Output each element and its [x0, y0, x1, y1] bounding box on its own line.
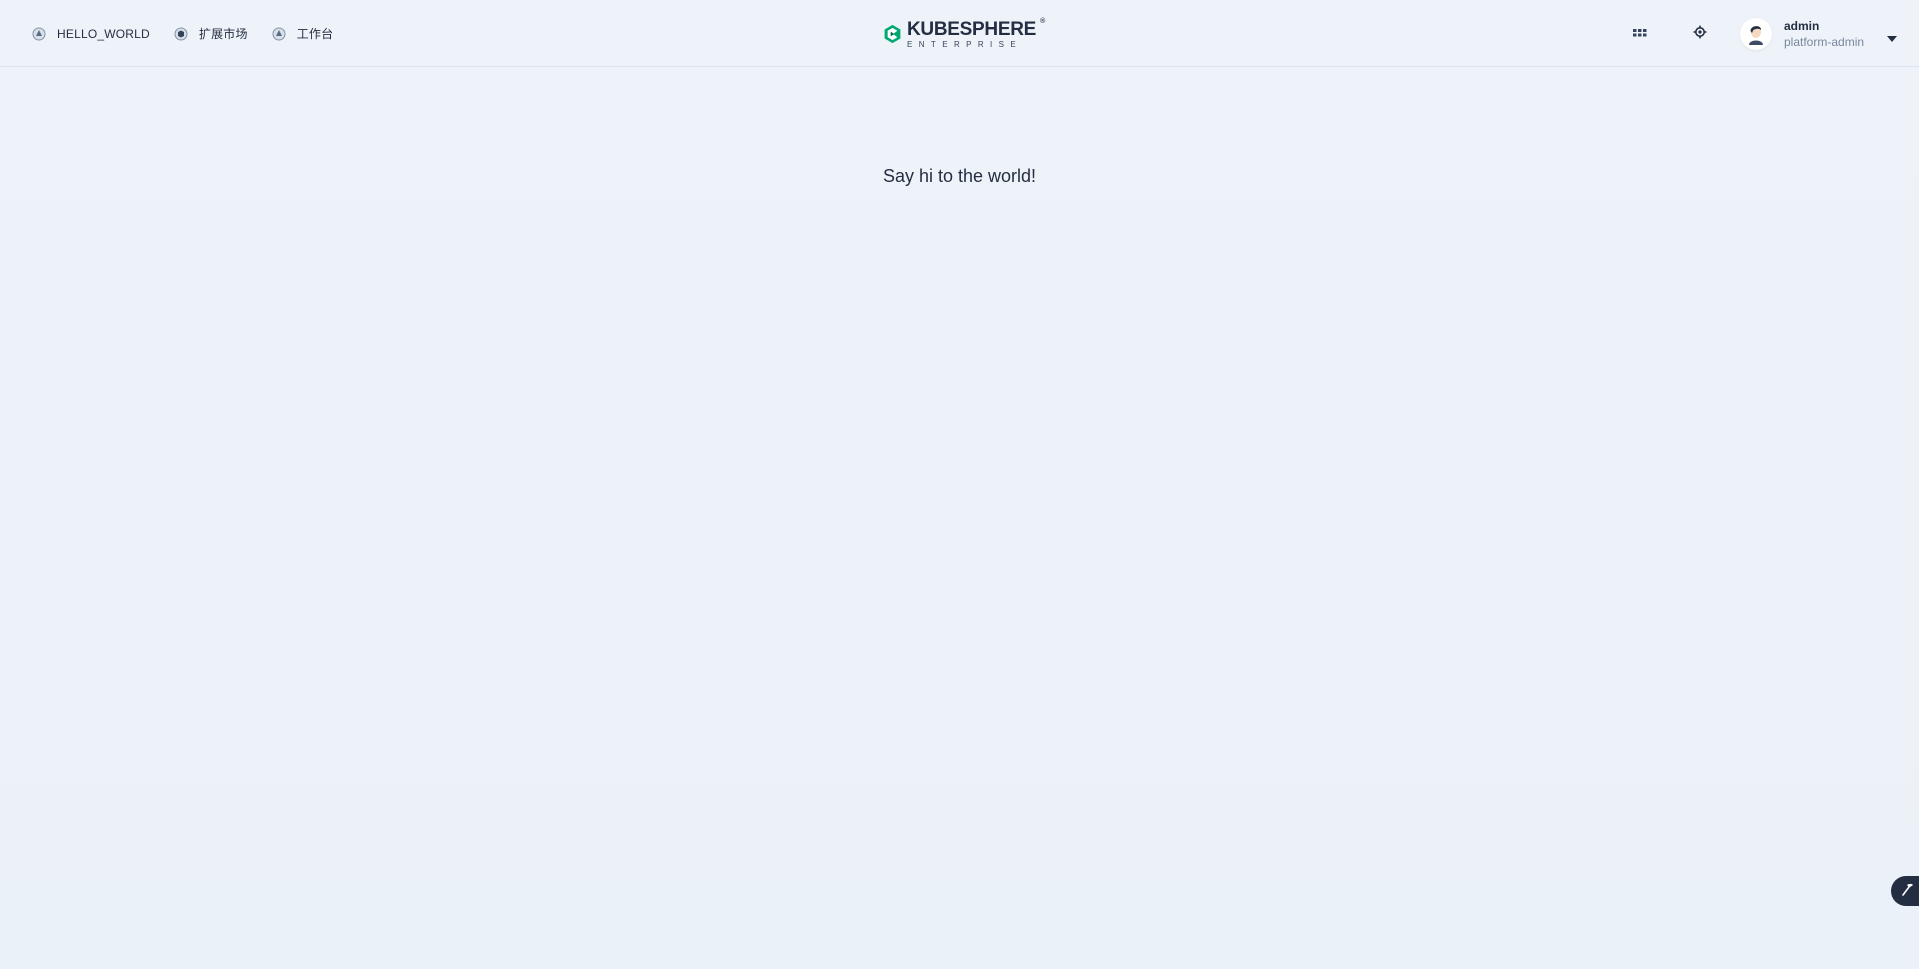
nav-item-workbench[interactable]: 工作台 [272, 18, 334, 50]
floating-tool-button[interactable] [1891, 876, 1919, 906]
marketplace-icon [174, 27, 188, 41]
nav-item-label: HELLO_WORLD [57, 26, 150, 41]
gear-icon [1693, 25, 1707, 44]
app-grid-button[interactable] [1630, 25, 1650, 43]
user-info: admin platform-admin [1784, 18, 1864, 50]
nav-item-hello-world[interactable]: HELLO_WORLD [32, 18, 150, 50]
logo-main-text: KUBESPHERE ® [907, 17, 1045, 40]
nav-menu: HELLO_WORLD 扩展市场 工作台 [32, 0, 357, 67]
settings-button[interactable] [1690, 24, 1710, 44]
logo-sub-text: ENTERPRISE [907, 39, 1023, 49]
kubesphere-logo-mark [884, 24, 901, 44]
cluster-icon [32, 27, 46, 41]
greeting-message: Say hi to the world! [882, 166, 1037, 186]
logo-wordmark: KUBESPHERE ® ENTERPRISE [907, 17, 1045, 49]
nav-item-label: 扩展市场 [198, 27, 248, 41]
top-navbar: HELLO_WORLD 扩展市场 工作台 KUBESPHERE ® ENTERP… [0, 0, 1919, 67]
nav-item-label: 工作台 [296, 27, 334, 41]
user-name: admin [1784, 19, 1820, 33]
user-menu[interactable]: admin platform-admin [1740, 17, 1864, 51]
user-role: platform-admin [1784, 35, 1865, 49]
nav-item-marketplace[interactable]: 扩展市场 [174, 18, 248, 50]
avatar [1740, 18, 1772, 50]
workbench-icon [272, 27, 286, 41]
chevron-down-icon[interactable] [1887, 30, 1897, 42]
hammer-icon [1900, 882, 1914, 901]
app-grid-icon [1633, 25, 1647, 43]
kubesphere-logo[interactable]: KUBESPHERE ® ENTERPRISE [884, 17, 1045, 51]
page: HELLO_WORLD 扩展市场 工作台 KUBESPHERE ® ENTERP… [0, 0, 1919, 969]
